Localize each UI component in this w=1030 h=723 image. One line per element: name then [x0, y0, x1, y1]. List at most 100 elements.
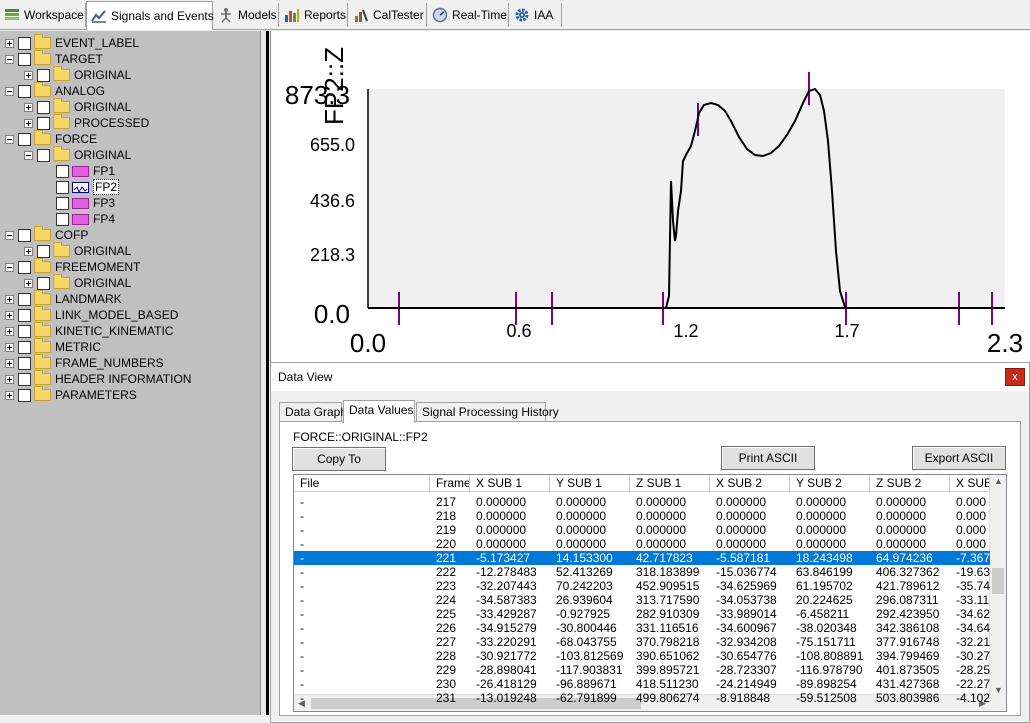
data-grid[interactable]: ▲ ▼ ◀ ▶ File Frame X SUB 1Y SUB 1Z SUB 1X … [293, 474, 1007, 712]
expand-icon[interactable] [5, 358, 14, 368]
column-header[interactable]: Frame [430, 475, 470, 492]
table-row[interactable]: - 224 -34.587383 26.939604 313.717590 -34.053… [294, 593, 990, 607]
tree-item[interactable]: FP4 [43, 211, 115, 227]
tree-item[interactable]: ORIGINAL [24, 274, 131, 291]
close-button[interactable]: x [1005, 368, 1025, 386]
tab-signal-processing-history[interactable]: Signal Processing History [416, 402, 559, 422]
column-header[interactable]: X SUB 2 [710, 475, 790, 492]
expand-icon[interactable] [5, 390, 14, 400]
tree-checkbox[interactable] [18, 84, 31, 98]
tree-checkbox[interactable] [18, 132, 31, 146]
tree-checkbox[interactable] [18, 372, 31, 386]
tab-real-time[interactable]: Real-Time [428, 3, 509, 27]
data-view-titlebar[interactable]: Data View x [271, 363, 1029, 391]
tree-checkbox[interactable] [37, 68, 50, 82]
tree-checkbox[interactable] [37, 148, 50, 162]
expand-icon[interactable] [24, 118, 33, 128]
tree-checkbox[interactable] [18, 36, 31, 50]
collapse-icon[interactable] [5, 54, 14, 64]
tree-item[interactable]: LINK_MODEL_BASED [5, 306, 178, 323]
tab-data-values[interactable]: Data Values [343, 400, 415, 423]
collapse-icon[interactable] [5, 86, 14, 96]
tree-checkbox[interactable] [56, 196, 69, 210]
tree-item[interactable]: EVENT_LABEL [5, 34, 139, 51]
tree-item[interactable]: FP2 [43, 179, 120, 195]
tree-checkbox[interactable] [18, 52, 31, 66]
expand-icon[interactable] [5, 310, 14, 320]
table-row[interactable]: - 225 -33.429287 -0.927925 282.910309 -33.989… [294, 607, 990, 621]
tree-checkbox[interactable] [18, 292, 31, 306]
expand-icon[interactable] [24, 70, 33, 80]
table-row[interactable]: - 230 -26.418129 -96.889671 418.511230 -24.21… [294, 677, 990, 691]
tree-item[interactable]: FORCE [5, 130, 97, 147]
table-row[interactable]: - 218 0.000000 0.000000 0.000000 0.000000 0.00… [294, 509, 990, 523]
tree-item[interactable]: LANDMARK [5, 290, 122, 307]
expand-icon[interactable] [24, 102, 33, 112]
tree-item[interactable]: FREEMOMENT [5, 258, 140, 275]
vertical-scrollbar[interactable]: ▲ ▼ [989, 475, 1006, 696]
table-row[interactable]: - 231 -13.019248 -62.791899 499.806274 -8.918… [294, 691, 990, 705]
column-header[interactable]: File [294, 475, 430, 492]
tree-checkbox[interactable] [56, 164, 69, 178]
column-header[interactable]: Z SUB 2 [870, 475, 950, 492]
tree-item[interactable]: METRIC [5, 338, 101, 355]
tree-checkbox[interactable] [56, 212, 69, 226]
expand-icon[interactable] [5, 374, 14, 384]
tree-item[interactable]: ORIGINAL [24, 66, 131, 83]
tree-checkbox[interactable] [18, 260, 31, 274]
tree-item[interactable]: KINETIC_KINEMATIC [5, 322, 173, 339]
tab-signals-and-events[interactable]: Signals and Events [86, 1, 214, 30]
tree-checkbox[interactable] [18, 308, 31, 322]
tree-checkbox[interactable] [18, 228, 31, 242]
table-row[interactable]: - 217 0.000000 0.000000 0.000000 0.000000 0.00… [294, 495, 990, 509]
collapse-icon[interactable] [24, 150, 33, 160]
table-row[interactable]: - 228 -30.921772 -103.812569 390.651062 -30.6… [294, 649, 990, 663]
tree-checkbox[interactable] [18, 388, 31, 402]
tab-data-graph[interactable]: Data Graph [279, 402, 347, 422]
tree-item[interactable]: COFP [5, 226, 88, 243]
tree-checkbox[interactable] [56, 180, 69, 194]
tree-item[interactable]: FP3 [43, 195, 115, 211]
tree-item[interactable]: ORIGINAL [24, 242, 131, 259]
tab-iaa[interactable]: IAA [510, 3, 562, 27]
expand-icon[interactable] [5, 342, 14, 352]
copy-to-clipboard-button[interactable]: Copy To Clipboard [292, 447, 386, 488]
column-header[interactable]: X SUB [950, 475, 990, 492]
signal-graph[interactable]: FP2::Z 873.3 655.0 436.6 218.3 0.0 0.0 0… [270, 31, 1030, 362]
tree-item[interactable]: PROCESSED [24, 114, 149, 131]
expand-icon[interactable] [5, 38, 14, 48]
tree-checkbox[interactable] [18, 340, 31, 354]
column-header[interactable]: Y SUB 1 [550, 475, 630, 492]
expand-icon[interactable] [5, 294, 14, 304]
tree-checkbox[interactable] [18, 356, 31, 370]
table-row[interactable]: - 226 -34.915279 -30.800446 331.116516 -34.60… [294, 621, 990, 635]
tree-item[interactable]: ORIGINAL [24, 98, 131, 115]
tree-item[interactable]: FRAME_NUMBERS [5, 354, 164, 371]
tree-item[interactable]: FP1 [43, 163, 115, 179]
tree-checkbox[interactable] [37, 100, 50, 114]
scroll-thumb[interactable] [992, 568, 1004, 594]
tree-item[interactable]: HEADER INFORMATION [5, 370, 191, 387]
table-row[interactable]: - 222 -12.278483 52.413269 318.183899 -15.036… [294, 565, 990, 579]
tab-caltester[interactable]: CalTester [349, 3, 427, 27]
collapse-icon[interactable] [5, 134, 14, 144]
print-ascii-button[interactable]: Print ASCII [721, 446, 815, 470]
collapse-icon[interactable] [5, 230, 14, 240]
tree-item[interactable]: ORIGINAL [24, 146, 131, 163]
table-row[interactable]: - 221 -5.173427 14.153300 42.717823 -5.587181… [294, 551, 990, 565]
tab-reports[interactable]: Reports [280, 3, 348, 27]
expand-icon[interactable] [24, 278, 33, 288]
table-row[interactable]: - 229 -28.898041 -117.903831 399.895721 -28.7… [294, 663, 990, 677]
tree-item[interactable]: TARGET [5, 50, 103, 67]
collapse-icon[interactable] [5, 262, 14, 272]
table-row[interactable]: - 227 -33.220291 -68.043755 370.798218 -32.93… [294, 635, 990, 649]
column-header[interactable]: X SUB 1 [470, 475, 550, 492]
tree-checkbox[interactable] [37, 116, 50, 130]
tab-models[interactable]: Models [214, 3, 279, 27]
expand-icon[interactable] [24, 246, 33, 256]
table-row[interactable]: - 223 -32.207443 70.242203 452.909515 -34.625… [294, 579, 990, 593]
expand-icon[interactable] [5, 326, 14, 336]
column-header[interactable]: Z SUB 1 [630, 475, 710, 492]
tree-checkbox[interactable] [18, 324, 31, 338]
column-header[interactable]: Y SUB 2 [790, 475, 870, 492]
